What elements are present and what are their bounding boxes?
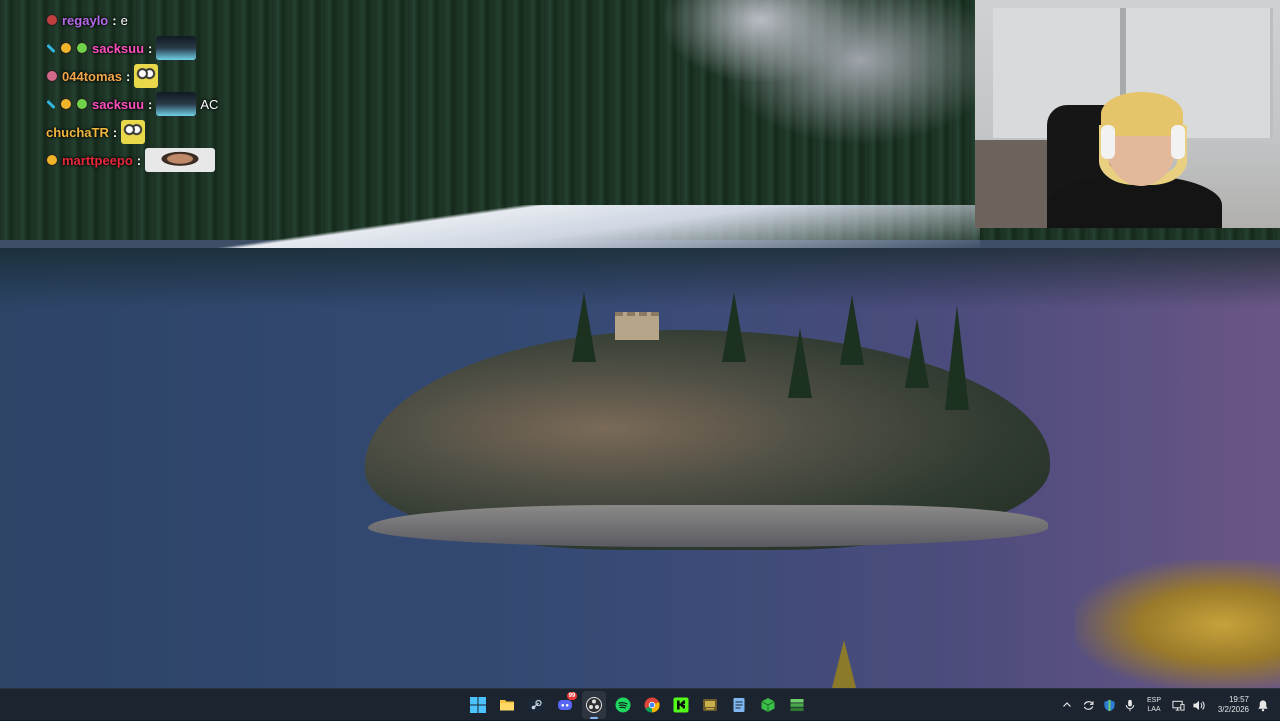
kick-button[interactable] <box>669 691 693 719</box>
wallpaper-lake-reflection <box>0 248 1280 308</box>
wallpaper-tree <box>905 318 929 388</box>
chat-colon: : <box>148 96 153 112</box>
wallpaper-autumn-foliage <box>1075 560 1280 688</box>
file-explorer-button[interactable] <box>495 691 519 719</box>
game-icon <box>703 699 717 711</box>
clock-button[interactable]: 19:57 3/2/2026 <box>1213 695 1249 715</box>
sword-badge-icon <box>46 43 56 53</box>
webcam-feed <box>975 0 1280 228</box>
keyboard-layout-code: LAA <box>1147 706 1161 713</box>
coin-badge-icon <box>60 98 72 110</box>
frog-badge-icon <box>76 98 88 110</box>
clock-time: 19:57 <box>1228 695 1249 704</box>
discord-notification-badge: 99 <box>567 692 577 700</box>
chat-message: chuchaTR : <box>46 118 246 146</box>
chat-username: regaylo <box>62 12 109 28</box>
chat-message: sacksuu : <box>46 34 246 62</box>
language-indicator[interactable]: ESP LAA <box>1144 696 1164 714</box>
taskbar-apps: 99 <box>466 689 809 721</box>
app-green-button[interactable] <box>756 691 780 719</box>
wallpaper-snowy-shore <box>0 205 980 250</box>
chat-message-text: AC <box>200 96 219 112</box>
wallpaper-tree <box>572 292 596 362</box>
coin-badge-icon <box>46 154 58 166</box>
spotify-icon <box>615 697 631 713</box>
chat-username: sacksuu <box>92 40 145 56</box>
chat-username: sacksuu <box>92 96 145 112</box>
spongebob-emote-icon <box>121 120 146 144</box>
start-button[interactable] <box>466 691 490 719</box>
microphone-tray-button[interactable] <box>1123 698 1137 712</box>
wallpaper-tree <box>788 328 812 398</box>
network-icon <box>1171 700 1185 711</box>
chat-colon: : <box>125 68 131 84</box>
show-hidden-icons-button[interactable] <box>1060 698 1074 712</box>
steam-icon <box>528 697 544 713</box>
chat-message: sacksuu : AC <box>46 90 246 118</box>
chat-message: regaylo : e <box>46 6 246 34</box>
spotify-button[interactable] <box>611 691 635 719</box>
package-icon <box>761 698 775 712</box>
app-stack-button[interactable] <box>785 691 809 719</box>
chrome-icon <box>644 697 660 713</box>
frog-badge-icon <box>76 42 88 54</box>
network-tray-button[interactable] <box>1171 698 1185 712</box>
steam-button[interactable] <box>524 691 548 719</box>
speaker-icon <box>1193 700 1205 710</box>
chat-message-text: e <box>120 12 128 28</box>
wallpaper-tree <box>945 305 969 410</box>
chat-colon: : <box>136 152 142 168</box>
chat-username: 044tomas <box>62 68 122 84</box>
bell-icon <box>1258 699 1268 711</box>
chat-overlay: regaylo : e sacksuu : 044tomas : sacksuu… <box>46 6 246 174</box>
sacksuu-emote-icon <box>156 36 197 60</box>
volume-tray-button[interactable] <box>1192 698 1206 712</box>
wallpaper-stone-teahouse <box>615 312 659 340</box>
kick-icon <box>673 697 689 713</box>
sync-tray-button[interactable] <box>1081 698 1095 712</box>
discord-button[interactable]: 99 <box>553 691 577 719</box>
security-tray-button[interactable] <box>1102 698 1116 712</box>
wallpaper-tree <box>722 292 746 362</box>
chat-colon: : <box>148 40 153 56</box>
system-tray: ESP LAA 19:57 3/2/2026 <box>1060 689 1270 721</box>
microphone-icon <box>1125 699 1135 711</box>
chat-message: 044tomas : <box>46 62 246 90</box>
language-code: ESP <box>1146 697 1161 704</box>
coin-badge-icon <box>60 42 72 54</box>
face-emote-icon <box>145 148 216 172</box>
chat-colon: : <box>112 124 118 140</box>
webcam-headphone-left <box>1101 125 1115 159</box>
sacksuu-emote-icon <box>156 92 197 116</box>
chat-username: marttpeepo <box>62 152 133 168</box>
clock-date: 3/2/2026 <box>1217 705 1249 714</box>
chevron-up-icon <box>1063 702 1071 707</box>
obs-icon <box>586 697 602 713</box>
game-launcher-button[interactable] <box>698 691 722 719</box>
notepad-button[interactable] <box>727 691 751 719</box>
chat-colon: : <box>112 12 117 28</box>
folder-icon <box>500 700 514 711</box>
chat-badge-icon <box>46 14 58 26</box>
wallpaper-tree <box>840 295 864 365</box>
sword-badge-icon <box>46 99 56 109</box>
spongebob-emote-icon <box>134 64 159 88</box>
notepad-icon <box>733 698 745 712</box>
wallpaper-island-rocks <box>368 505 1048 547</box>
chrome-button[interactable] <box>640 691 664 719</box>
notifications-button[interactable] <box>1256 698 1270 712</box>
wallpaper-tree <box>832 640 856 688</box>
shield-icon <box>1103 699 1115 711</box>
obs-button[interactable] <box>582 691 606 719</box>
chat-username: chuchaTR <box>46 124 109 140</box>
stack-icon <box>790 699 804 712</box>
sync-icon <box>1083 700 1094 710</box>
webcam-headphone-right <box>1171 125 1185 159</box>
chat-message: marttpeepo : <box>46 146 246 174</box>
windows-icon <box>470 697 486 713</box>
taskbar: 99 ESP LAA 19:57 3/2/2026 <box>0 688 1280 720</box>
chat-badge-icon <box>46 70 58 82</box>
